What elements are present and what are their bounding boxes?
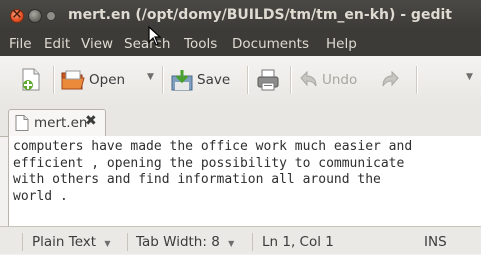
editor-content[interactable]: computers have made the office work much… bbox=[9, 136, 481, 205]
title-bar[interactable]: mert.en (/opt/domy/BUILDS/tm/tm_en-kh) -… bbox=[0, 0, 481, 32]
chevron-down-icon: ▼ bbox=[228, 239, 235, 248]
print-button[interactable] bbox=[256, 68, 282, 92]
cursor-position: Ln 1, Col 1 bbox=[262, 234, 334, 250]
maximize-window-button[interactable] bbox=[46, 11, 56, 21]
window-title: mert.en (/opt/domy/BUILDS/tm/tm_en-kh) -… bbox=[68, 7, 452, 23]
close-window-button[interactable] bbox=[10, 7, 24, 23]
tab-label: mert.en bbox=[34, 115, 88, 131]
new-document-button[interactable] bbox=[20, 68, 46, 92]
undo-icon bbox=[300, 70, 317, 87]
menu-view[interactable]: View bbox=[81, 36, 113, 52]
open-recent-dropdown-icon[interactable]: ▼ bbox=[147, 72, 154, 82]
text-editor[interactable]: computers have made the office work much… bbox=[8, 136, 481, 226]
insert-mode-indicator: INS bbox=[424, 234, 447, 250]
close-tab-icon[interactable]: ✖ bbox=[85, 113, 97, 129]
toolbar-overflow-icon[interactable]: ▼ bbox=[466, 72, 473, 82]
redo-icon bbox=[382, 70, 399, 87]
menu-edit[interactable]: Edit bbox=[44, 36, 70, 52]
tab-bar: mert.en ✖ bbox=[0, 104, 481, 137]
menu-file[interactable]: File bbox=[9, 36, 32, 52]
text-file-icon bbox=[15, 115, 29, 131]
new-document-icon bbox=[22, 68, 40, 91]
open-folder-icon bbox=[61, 70, 85, 90]
chevron-down-icon: ▼ bbox=[104, 239, 111, 248]
toolbar: Open ▼ Save Undo ▼ bbox=[0, 56, 481, 105]
print-icon bbox=[257, 69, 279, 91]
mouse-cursor-icon bbox=[148, 26, 162, 46]
tab-width-selector[interactable]: Tab Width: 8 ▼ bbox=[136, 231, 234, 253]
save-icon bbox=[171, 70, 193, 91]
undo-label: Undo bbox=[322, 72, 358, 88]
save-button[interactable]: Save bbox=[170, 68, 240, 92]
menu-tools[interactable]: Tools bbox=[184, 36, 217, 52]
open-label: Open bbox=[89, 72, 126, 88]
tab-width-label: Tab Width: 8 bbox=[136, 234, 220, 250]
redo-button[interactable] bbox=[380, 68, 404, 92]
menu-documents[interactable]: Documents bbox=[232, 36, 309, 52]
save-label: Save bbox=[197, 72, 231, 88]
status-bar: Plain Text ▼ Tab Width: 8 ▼ Ln 1, Col 1 … bbox=[0, 226, 481, 254]
minimize-window-button[interactable] bbox=[28, 9, 42, 23]
syntax-mode-selector[interactable]: Plain Text ▼ bbox=[32, 231, 111, 253]
open-button[interactable]: Open bbox=[60, 68, 145, 92]
menu-help[interactable]: Help bbox=[326, 36, 357, 52]
menu-bar: File Edit View Search Tools Documents He… bbox=[0, 32, 481, 56]
tab-mert-en[interactable]: mert.en ✖ bbox=[8, 109, 106, 136]
syntax-mode-label: Plain Text bbox=[32, 234, 97, 250]
undo-button[interactable]: Undo bbox=[297, 68, 377, 92]
